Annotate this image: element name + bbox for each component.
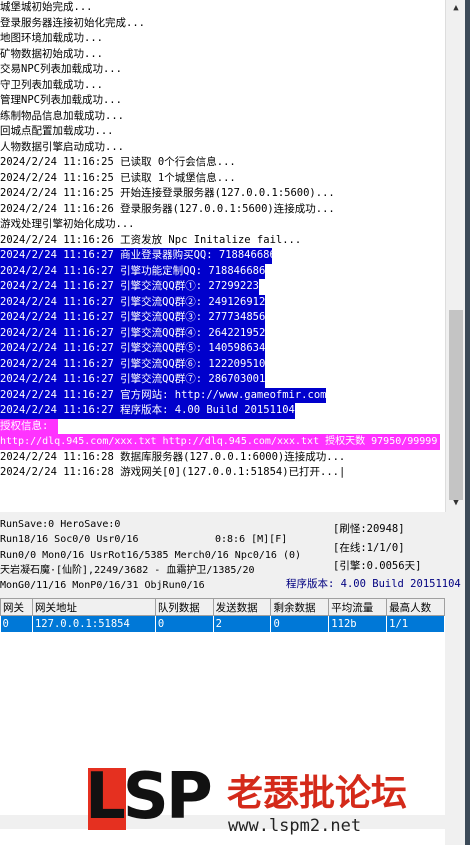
log-line: 2024/2/24 11:16:27 官方网站: http://www.game… xyxy=(0,387,445,403)
log-line: 游戏处理引擎初始化成功... xyxy=(0,217,445,233)
log-line: 2024/2/24 11:16:26 登录服务器(127.0.0.1:5600)… xyxy=(0,202,445,218)
logo-lsp-text: LSP xyxy=(85,760,213,834)
monster-refresh-label: [刷怪:20948] xyxy=(333,523,405,535)
stats-time: 0:8:6 [M][F] xyxy=(215,534,288,545)
log-line: 矿物数据初始成功... xyxy=(0,47,445,63)
version-label: 程序版本: 4.00 Build 20151104 xyxy=(286,578,461,590)
table-cell: 127.0.0.1:51854 xyxy=(32,615,156,632)
log-line-text: 2024/2/24 11:16:27 引擎交流QQ群③: 277734856 xyxy=(0,310,266,326)
logo-url: www.lspm2.net xyxy=(228,816,362,836)
scroll-down-icon[interactable]: ▼ xyxy=(446,495,466,512)
column-header[interactable]: 平均流量 xyxy=(328,598,388,616)
table-row[interactable]: 0 127.0.0.1:51854 0 2 0 112b 1/1 xyxy=(0,615,445,632)
log-line: 人物数据引擎启动成功... xyxy=(0,140,445,156)
log-line: 2024/2/24 11:16:25 开始连接登录服务器(127.0.0.1:5… xyxy=(0,186,445,202)
stats-line-3: Run0/0 Mon0/16 UsrRot16/5385 Merch0/16 N… xyxy=(0,550,302,561)
log-line: 2024/2/24 11:16:27 引擎交流QQ群③: 277734856 xyxy=(0,310,445,326)
column-header[interactable]: 网关地址 xyxy=(31,598,156,616)
log-line-text: 2024/2/24 11:16:25 已读取 1个城堡信息... xyxy=(0,171,236,184)
log-line-text: 2024/2/24 11:16:27 引擎交流QQ群④: 264221952 xyxy=(0,325,266,341)
background-edge xyxy=(465,0,470,845)
log-line: 2024/2/24 11:16:27 程序版本: 4.00 Build 2015… xyxy=(0,403,445,419)
table-cell: 0 xyxy=(270,615,330,632)
log-line: 2024/2/24 11:16:27 引擎交流QQ群④: 264221952 xyxy=(0,325,445,341)
table-cell: 1/1 xyxy=(386,615,445,632)
log-line: 2024/2/24 11:16:27 引擎交流QQ群⑤: 140598634 xyxy=(0,341,445,357)
log-line-text: 2024/2/24 11:16:26 工资发放 Npc Initalize fa… xyxy=(0,233,302,246)
log-line: 守卫列表加载成功... xyxy=(0,78,445,94)
log-line: 城堡城初始完成... xyxy=(0,0,445,16)
log-line-text: 2024/2/24 11:16:27 引擎交流QQ群①: 27299223 xyxy=(0,279,259,295)
log-line-text: 矿物数据初始成功... xyxy=(0,47,103,60)
column-header[interactable]: 队列数据 xyxy=(154,598,214,616)
log-line: 2024/2/24 11:16:27 引擎交流QQ群②: 249126912 xyxy=(0,294,445,310)
stats-line-1: RunSave:0 HeroSave:0 xyxy=(0,519,121,530)
log-line: 2024/2/24 11:16:27 商业登录器购买QQ: 718846686 xyxy=(0,248,445,264)
log-line: 2024/2/24 11:16:28 游戏网关[0](127.0.0.1:518… xyxy=(0,465,445,481)
logo-cn-text: 老瑟批论坛 xyxy=(227,773,408,814)
log-line-text: 登录服务器连接初始化完成... xyxy=(0,16,145,29)
log-line: 练制物品信息加载成功... xyxy=(0,109,445,125)
log-line: 2024/2/24 11:16:27 引擎交流QQ群⑥: 122209510 xyxy=(0,356,445,372)
log-line-text: 2024/2/24 11:16:27 商业登录器购买QQ: 718846686 xyxy=(0,248,276,264)
column-header[interactable]: 发送数据 xyxy=(212,598,272,616)
gateway-table: 网关 网关地址 队列数据 发送数据 剩余数据 平均流量 最高人数 0 127.0.0.1:51… xyxy=(0,598,445,632)
table-cell: 0 xyxy=(155,615,214,632)
stats-line-5: MonG0/11/16 MonP0/16/31 ObjRun0/16 xyxy=(0,580,205,591)
log-line-text: 交易NPC列表加载成功... xyxy=(0,63,122,75)
log-line: 交易NPC列表加载成功... xyxy=(0,62,445,78)
log-line: 2024/2/24 11:16:26 工资发放 Npc Initalize fa… xyxy=(0,233,445,249)
watermark-logo: LSP 老瑟批论坛 www.lspm2.net xyxy=(85,760,407,840)
log-line-text: 2024/2/24 11:16:27 官方网站: http://www.game… xyxy=(0,387,327,403)
log-line-text: 2024/2/24 11:16:27 引擎交流QQ群②: 249126912 xyxy=(0,294,266,310)
log-line-text: 授权信息: xyxy=(0,418,58,434)
stats-line-2: Run18/16 Soc0/0 Usr0/16 xyxy=(0,534,139,545)
log-line: 登录服务器连接初始化完成... xyxy=(0,16,445,32)
log-line-text: 回城点配置加载成功... xyxy=(0,125,114,137)
log-line-text: 2024/2/24 11:16:28 游戏网关[0](127.0.0.1:518… xyxy=(0,466,346,478)
log-line: 管理NPC列表加载成功... xyxy=(0,93,445,109)
column-header[interactable]: 最高人数 xyxy=(386,598,445,616)
log-line-text: 2024/2/24 11:16:27 引擎功能定制QQ: 718846686 xyxy=(0,263,266,279)
log-line-text: 城堡城初始完成... xyxy=(0,1,93,13)
log-line: 回城点配置加载成功... xyxy=(0,124,445,140)
log-line-text: 2024/2/24 11:16:28 数据库服务器(127.0.0.1:6000… xyxy=(0,450,346,463)
log-line-text: 2024/2/24 11:16:27 程序版本: 4.00 Build 2015… xyxy=(0,403,295,419)
log-line: 2024/2/24 11:16:27 引擎功能定制QQ: 718846686 xyxy=(0,263,445,279)
log-line: http://dlq.945.com/xxx.txt http://dlq.94… xyxy=(0,434,445,450)
log-line-text: 游戏处理引擎初始化成功... xyxy=(0,218,135,230)
log-line-text: 2024/2/24 11:16:26 登录服务器(127.0.0.1:5600)… xyxy=(0,202,335,215)
log-line-text: 守卫列表加载成功... xyxy=(0,78,103,91)
engine-label: [引擎:0.0056天] xyxy=(333,560,422,572)
log-line-text: 2024/2/24 11:16:25 已读取 0个行会信息... xyxy=(0,156,236,168)
table-cell: 2 xyxy=(213,615,272,632)
log-line: 2024/2/24 11:16:25 已读取 0个行会信息... xyxy=(0,155,445,171)
log-line-text: 人物数据引擎启动成功... xyxy=(0,140,124,153)
log-scrollbar[interactable]: ▲ ▼ xyxy=(445,0,466,512)
log-line-text: 2024/2/24 11:16:27 引擎交流QQ群⑦: 286703001 xyxy=(0,372,266,388)
log-line-text: http://dlq.945.com/xxx.txt http://dlq.94… xyxy=(0,434,440,450)
log-line: 授权信息: xyxy=(0,418,445,434)
log-line-text: 地图环境加载成功... xyxy=(0,32,103,44)
log-line: 2024/2/24 11:16:27 引擎交流QQ群①: 27299223 xyxy=(0,279,445,295)
scroll-up-icon[interactable]: ▲ xyxy=(446,0,466,17)
log-panel: 城堡城初始完成... 登录服务器连接初始化完成... 地图环境加载成功... 矿物数据… xyxy=(0,0,445,512)
scroll-thumb[interactable] xyxy=(449,310,463,500)
online-label: [在线:1/1/0] xyxy=(333,542,405,554)
log-line: 2024/2/24 11:16:25 已读取 1个城堡信息... xyxy=(0,171,445,187)
log-line: 2024/2/24 11:16:27 引擎交流QQ群⑦: 286703001 xyxy=(0,372,445,388)
log-line-text: 管理NPC列表加载成功... xyxy=(0,94,122,106)
log-line-text: 练制物品信息加载成功... xyxy=(0,109,124,122)
log-line: 2024/2/24 11:16:28 数据库服务器(127.0.0.1:6000… xyxy=(0,450,445,466)
table-cell: 0 xyxy=(0,615,33,632)
column-header[interactable]: 剩余数据 xyxy=(270,598,330,616)
table-cell: 112b xyxy=(328,615,388,632)
log-line: 地图环境加载成功... xyxy=(0,31,445,47)
log-line-text: 2024/2/24 11:16:27 引擎交流QQ群⑥: 122209510 xyxy=(0,356,266,372)
stats-line-4: 天岩凝石魔·[仙阶],2249/3682 - 血霜护卫/1385/20 xyxy=(0,565,255,576)
column-header[interactable]: 网关 xyxy=(0,598,33,616)
log-line-text: 2024/2/24 11:16:27 引擎交流QQ群⑤: 140598634 xyxy=(0,341,266,357)
log-line-text: 2024/2/24 11:16:25 开始连接登录服务器(127.0.0.1:5… xyxy=(0,187,335,199)
